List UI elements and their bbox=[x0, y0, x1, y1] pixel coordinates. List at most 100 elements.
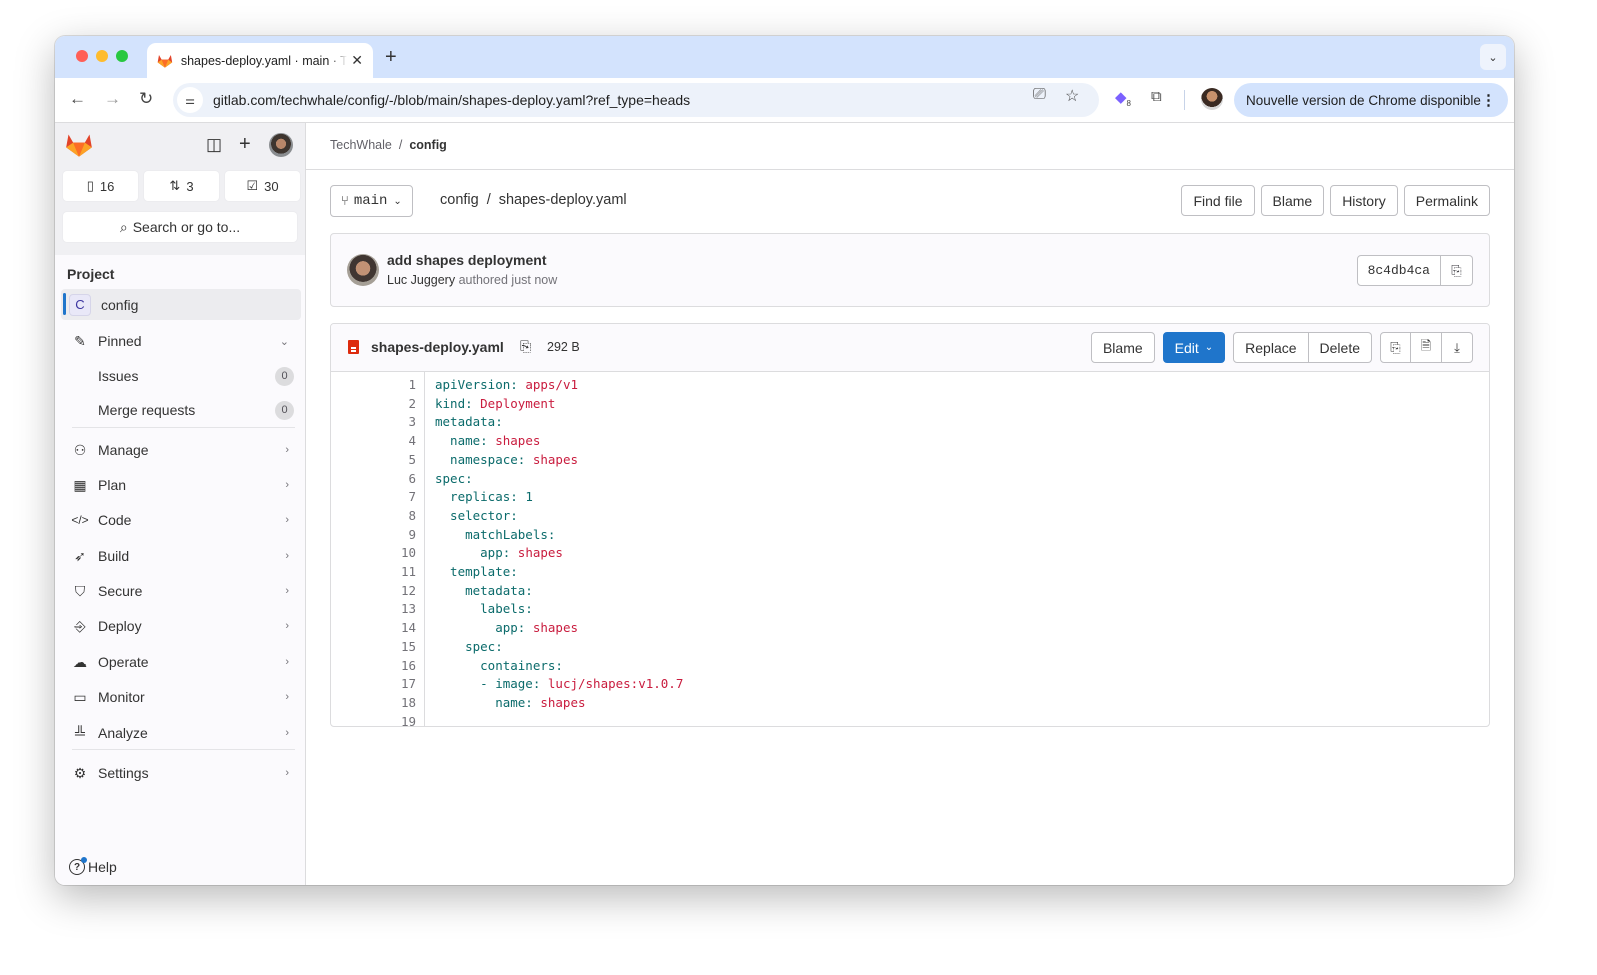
copy-contents-icon[interactable]: ⎘ bbox=[1380, 332, 1411, 363]
copy-path-icon[interactable]: ⎘ bbox=[520, 338, 531, 355]
edit-label: Edit bbox=[1174, 339, 1199, 356]
line-number[interactable]: 15 bbox=[331, 638, 416, 657]
install-app-icon[interactable]: ⎚ bbox=[1033, 86, 1046, 104]
tab-bar: shapes-deploy.yaml · main · T ✕ + ⌄ bbox=[55, 36, 1514, 78]
new-tab-button[interactable]: + bbox=[385, 46, 397, 69]
close-window-button[interactable] bbox=[76, 50, 88, 62]
chrome-update-button[interactable]: Nouvelle version de Chrome disponible ⋮ bbox=[1234, 83, 1508, 117]
users-icon: ⚇ bbox=[73, 441, 87, 458]
tab-search-button[interactable]: ⌄ bbox=[1480, 44, 1506, 70]
file-viewer: shapes-deploy.yaml ⎘ 292 B Blame Edit ⌄ … bbox=[330, 323, 1490, 727]
line-number[interactable]: 14 bbox=[331, 619, 416, 638]
toggle-sidebar-icon[interactable]: ◫ bbox=[206, 135, 222, 155]
line-number[interactable]: 3 bbox=[331, 413, 416, 432]
yaml-value: shapes bbox=[495, 433, 541, 449]
find-file-button[interactable]: Find file bbox=[1181, 185, 1255, 216]
yaml-key: app: bbox=[435, 620, 533, 636]
author-avatar[interactable] bbox=[347, 254, 379, 286]
download-icon[interactable]: ⤓ bbox=[1442, 332, 1473, 363]
toolbar-divider bbox=[1184, 90, 1185, 110]
sidebar-item-issues[interactable]: Issues 0 bbox=[61, 360, 301, 392]
line-number[interactable]: 1 bbox=[331, 376, 416, 395]
line-content: apiVersion: apps/v1 bbox=[435, 376, 578, 395]
commit-title[interactable]: add shapes deployment bbox=[387, 252, 546, 268]
sidebar-item-deploy[interactable]: ⎆ Deploy › bbox=[61, 610, 301, 642]
commit-author[interactable]: Luc Juggery bbox=[387, 273, 455, 287]
sidebar-item-settings[interactable]: ⚙ Settings › bbox=[61, 757, 301, 789]
sidebar-item-pinned[interactable]: ✎ Pinned ⌄ bbox=[61, 325, 301, 357]
sidebar-item-secure[interactable]: ⛉ Secure › bbox=[61, 575, 301, 607]
minimize-window-button[interactable] bbox=[96, 50, 108, 62]
replace-button[interactable]: Replace bbox=[1233, 332, 1309, 363]
path-root-link[interactable]: config bbox=[440, 192, 479, 208]
sidebar-item-analyze[interactable]: ╩ Analyze › bbox=[61, 717, 301, 749]
create-new-icon[interactable]: + bbox=[239, 133, 251, 156]
line-number[interactable]: 16 bbox=[331, 657, 416, 676]
bookmark-star-icon[interactable]: ☆ bbox=[1065, 86, 1079, 106]
line-number[interactable]: 6 bbox=[331, 470, 416, 489]
back-button[interactable]: ← bbox=[69, 89, 86, 109]
line-number[interactable]: 18 bbox=[331, 694, 416, 713]
merge-requests-badge: 0 bbox=[275, 400, 294, 420]
line-number[interactable]: 5 bbox=[331, 451, 416, 470]
line-number[interactable]: 7 bbox=[331, 488, 416, 507]
sidebar-item-monitor[interactable]: ▭ Monitor › bbox=[61, 681, 301, 713]
maximize-window-button[interactable] bbox=[116, 50, 128, 62]
close-tab-icon[interactable]: ✕ bbox=[351, 52, 363, 69]
line-number[interactable]: 13 bbox=[331, 600, 416, 619]
sidebar-item-merge-requests[interactable]: Merge requests 0 bbox=[61, 394, 301, 426]
merge-requests-count-button[interactable]: ⇅ 3 bbox=[144, 171, 219, 201]
gitlab-logo-icon[interactable] bbox=[65, 132, 93, 158]
line-number[interactable]: 10 bbox=[331, 544, 416, 563]
sidebar-item-project[interactable]: C config bbox=[61, 289, 301, 320]
chevron-right-icon: › bbox=[285, 479, 289, 491]
commit-sha[interactable]: 8c4db4ca bbox=[1356, 255, 1441, 286]
project-avatar: C bbox=[69, 293, 91, 316]
address-bar[interactable]: ⚌ gitlab.com/techwhale/config/-/blob/mai… bbox=[173, 83, 1099, 117]
todos-count-button[interactable]: ☑ 30 bbox=[225, 171, 300, 201]
open-raw-icon[interactable]: 🗎 bbox=[1411, 332, 1442, 363]
breadcrumb-group[interactable]: TechWhale bbox=[330, 138, 392, 152]
breadcrumb-project[interactable]: config bbox=[409, 138, 447, 152]
line-number[interactable]: 19 bbox=[331, 713, 416, 726]
issues-count-button[interactable]: ▯ 16 bbox=[63, 171, 138, 201]
profile-avatar[interactable] bbox=[1201, 88, 1223, 110]
line-content: containers: bbox=[435, 657, 563, 676]
sidebar-item-build[interactable]: ➶ Build › bbox=[61, 540, 301, 572]
extension-icon[interactable]: ◆8 bbox=[1115, 88, 1131, 108]
search-button[interactable]: ⌕ Search or go to... bbox=[63, 212, 297, 242]
file-blame-button[interactable]: Blame bbox=[1090, 332, 1155, 363]
copy-sha-icon[interactable]: ⎘ bbox=[1441, 255, 1473, 286]
sidebar-item-plan[interactable]: ▦ Plan › bbox=[61, 469, 301, 501]
line-number[interactable]: 9 bbox=[331, 526, 416, 545]
search-label: Search or go to... bbox=[132, 219, 241, 235]
branch-selector[interactable]: ⑂ main ⌄ bbox=[330, 185, 413, 217]
forward-button[interactable]: → bbox=[104, 89, 121, 109]
calendar-icon: ▦ bbox=[73, 476, 87, 493]
history-button[interactable]: History bbox=[1330, 185, 1398, 216]
help-button[interactable]: ? Help bbox=[69, 857, 117, 875]
browser-tab-active[interactable]: shapes-deploy.yaml · main · T ✕ bbox=[147, 43, 373, 78]
site-info-icon[interactable]: ⚌ bbox=[177, 87, 203, 113]
sidebar-item-manage[interactable]: ⚇ Manage › bbox=[61, 434, 301, 466]
sidebar-item-operate[interactable]: ☁ Operate › bbox=[61, 646, 301, 678]
more-menu-icon[interactable]: ⋮ bbox=[1481, 91, 1496, 109]
user-avatar[interactable] bbox=[269, 133, 293, 157]
sidebar-item-code[interactable]: </> Code › bbox=[61, 504, 301, 536]
blame-button[interactable]: Blame bbox=[1260, 185, 1325, 216]
permalink-button[interactable]: Permalink bbox=[1403, 185, 1490, 216]
extensions-puzzle-icon[interactable]: ⧉ bbox=[1151, 88, 1162, 105]
line-number[interactable]: 11 bbox=[331, 563, 416, 582]
line-number[interactable]: 17 bbox=[331, 675, 416, 694]
code-icon: </> bbox=[71, 513, 89, 527]
line-number[interactable]: 8 bbox=[331, 507, 416, 526]
edit-button[interactable]: Edit ⌄ bbox=[1162, 332, 1226, 363]
sidebar-divider bbox=[72, 749, 295, 750]
url-text[interactable]: gitlab.com/techwhale/config/-/blob/main/… bbox=[213, 92, 690, 108]
reload-button[interactable]: ↻ bbox=[139, 89, 153, 109]
issues-count: 16 bbox=[99, 178, 115, 194]
line-number[interactable]: 12 bbox=[331, 582, 416, 601]
delete-button[interactable]: Delete bbox=[1308, 332, 1372, 363]
line-number[interactable]: 4 bbox=[331, 432, 416, 451]
line-number[interactable]: 2 bbox=[331, 395, 416, 414]
